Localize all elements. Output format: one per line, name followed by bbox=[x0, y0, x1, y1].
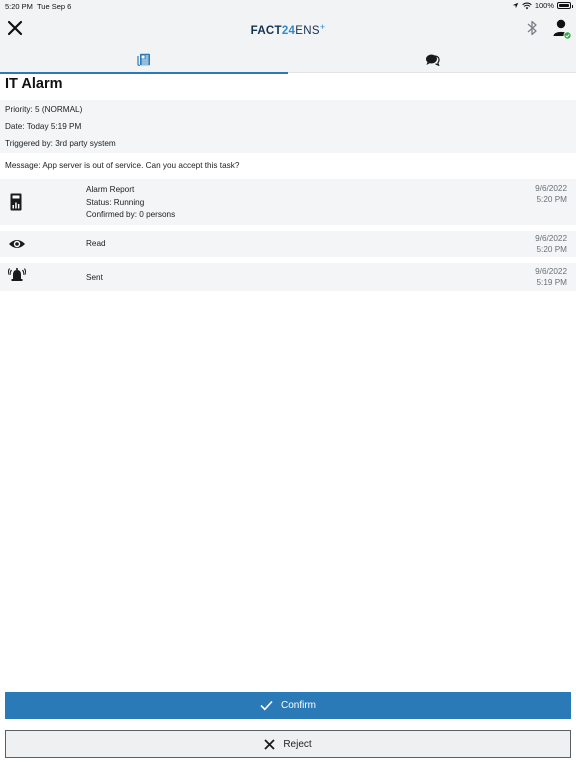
user-icon[interactable] bbox=[552, 18, 572, 40]
event-title: Alarm Report bbox=[86, 185, 135, 194]
checkmark-icon bbox=[260, 700, 273, 711]
logo-fact: FACT bbox=[250, 25, 282, 37]
alarm-info-box: Priority: 5 (NORMAL) Date: Today 5:19 PM… bbox=[0, 100, 576, 153]
event-date: 9/6/2022 bbox=[535, 234, 567, 243]
app-header: FACT24ENS+ bbox=[0, 12, 576, 46]
logo-24: 24 bbox=[281, 25, 296, 37]
status-date: Tue Sep 6 bbox=[37, 2, 72, 11]
location-icon bbox=[512, 2, 519, 9]
page-title: IT Alarm bbox=[5, 76, 63, 92]
triggered-by-text: Triggered by: 3rd party system bbox=[5, 139, 116, 148]
wifi-icon bbox=[522, 2, 532, 9]
message-text: Message: App server is out of service. C… bbox=[5, 161, 240, 170]
battery-percent: 100% bbox=[534, 1, 554, 10]
battery-icon bbox=[557, 2, 573, 9]
event-date: 9/6/2022 bbox=[535, 267, 567, 276]
event-status: Status: Running bbox=[86, 198, 145, 207]
confirm-label: Confirm bbox=[280, 700, 316, 711]
logo-ens: ENS bbox=[295, 25, 320, 37]
bluetooth-icon bbox=[527, 20, 537, 36]
status-bar: 5:20 PM Tue Sep 6 100% bbox=[0, 0, 576, 12]
event-row-sent[interactable]: Sent 9/6/2022 5:19 PM bbox=[0, 263, 576, 291]
event-title: Sent bbox=[86, 273, 103, 282]
reject-button[interactable]: Reject bbox=[5, 730, 571, 758]
event-confirmed: Confirmed by: 0 persons bbox=[86, 210, 176, 219]
document-icon bbox=[137, 53, 150, 66]
confirm-button[interactable]: Confirm bbox=[5, 692, 571, 719]
event-time: 5:20 PM bbox=[536, 245, 568, 254]
tab-details[interactable] bbox=[0, 46, 288, 74]
chat-bubbles-icon bbox=[425, 54, 440, 66]
logo-plus: + bbox=[319, 22, 326, 32]
event-row-alarm-report[interactable]: Alarm Report Status: Running Confirmed b… bbox=[0, 179, 576, 225]
date-text: Date: Today 5:19 PM bbox=[5, 122, 82, 131]
status-time: 5:20 PM bbox=[5, 2, 33, 11]
event-time: 5:19 PM bbox=[536, 278, 568, 287]
tab-chat[interactable] bbox=[288, 46, 576, 73]
event-time: 5:20 PM bbox=[536, 195, 568, 204]
event-title: Read bbox=[86, 239, 106, 248]
detail-tabs bbox=[0, 46, 576, 74]
priority-text: Priority: 5 (NORMAL) bbox=[5, 105, 83, 114]
x-icon bbox=[264, 738, 275, 750]
app-logo: FACT24ENS+ bbox=[0, 22, 576, 37]
reject-label: Reject bbox=[283, 738, 312, 750]
event-date: 9/6/2022 bbox=[535, 184, 567, 193]
eye-icon bbox=[9, 240, 25, 248]
status-indicators: 100% bbox=[512, 1, 573, 10]
event-row-read[interactable]: Read 9/6/2022 5:20 PM bbox=[0, 231, 576, 257]
report-icon bbox=[10, 193, 22, 211]
alarm-bell-icon bbox=[8, 268, 26, 281]
